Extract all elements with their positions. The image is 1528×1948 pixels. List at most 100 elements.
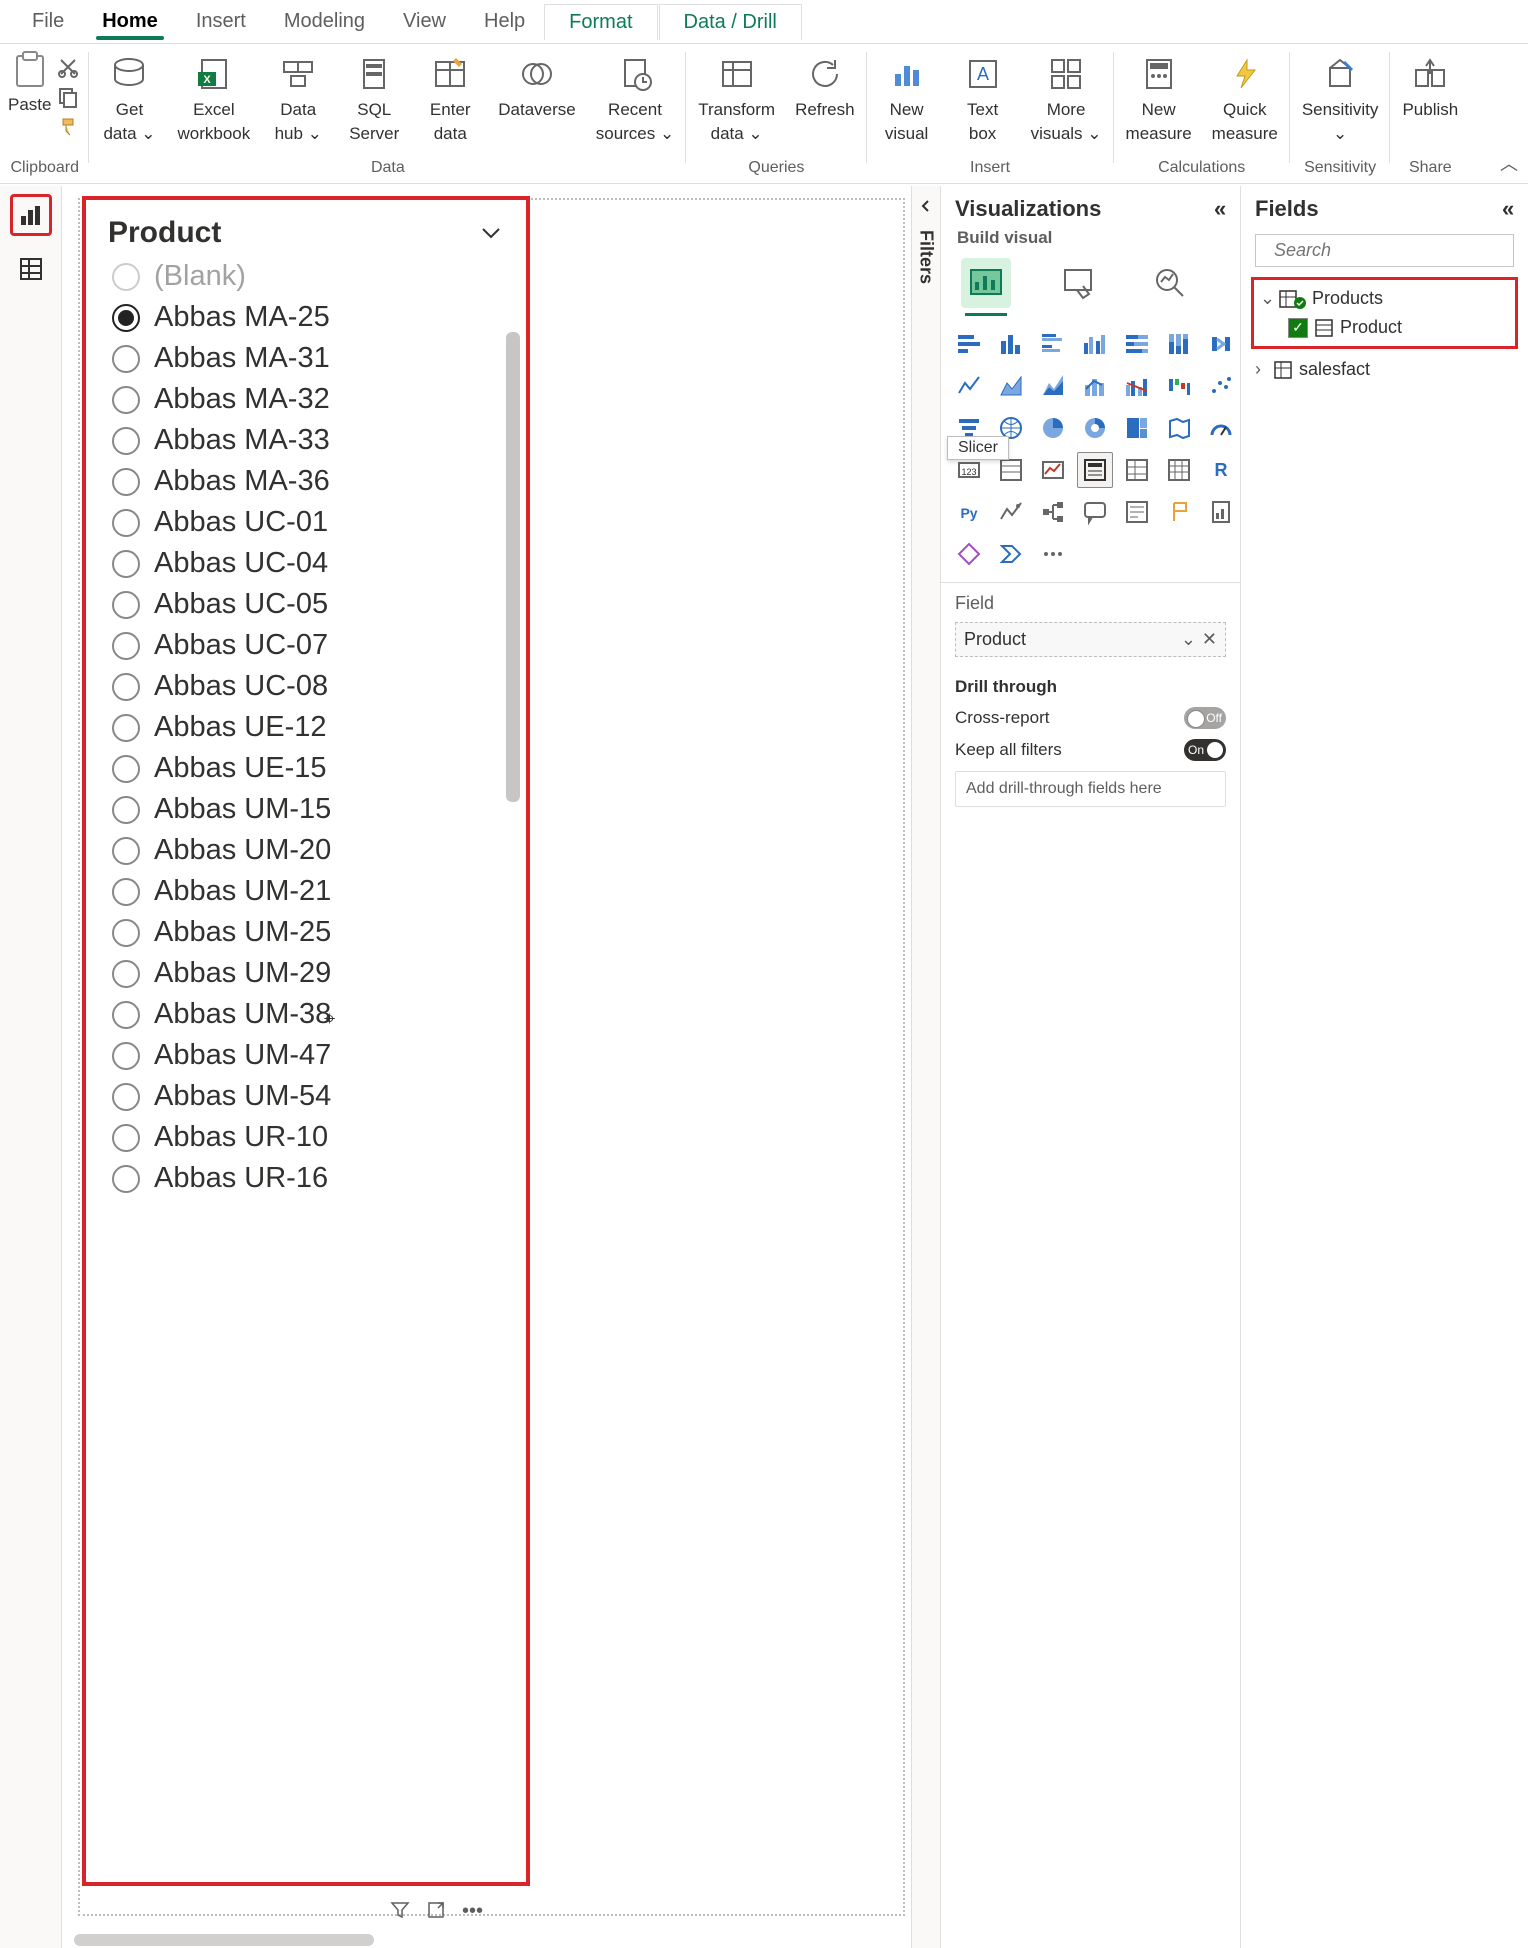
keep-filters-toggle[interactable]: On [1184,739,1226,761]
slicer-option[interactable]: Abbas UM-15 [104,789,526,830]
field-well-dropdown-icon[interactable]: ⌄ [1181,629,1196,650]
field-product-checkbox[interactable]: ✓ [1288,318,1308,338]
slicer-option[interactable]: Abbas UM-29 [104,953,526,994]
viz-pie[interactable] [1035,410,1071,446]
slicer-option[interactable]: Abbas UC-05 [104,584,526,625]
paste-button[interactable]: Paste [8,50,51,115]
slicer-option[interactable]: Abbas UR-16 [104,1158,526,1199]
dataverse-button[interactable]: Dataverse [494,50,579,122]
viz-stacked-bar[interactable] [951,326,987,362]
radio-icon[interactable] [112,714,140,742]
radio-icon[interactable] [112,1165,140,1193]
viz-power-apps[interactable] [951,536,987,572]
slicer-option[interactable]: Abbas UM-47 [104,1035,526,1076]
field-well-remove-icon[interactable]: ✕ [1202,629,1217,650]
recent-sources-button[interactable]: Recentsources ⌄ [592,50,679,147]
viz-area[interactable] [993,368,1029,404]
radio-icon[interactable] [112,468,140,496]
viz-slicer[interactable] [1077,452,1113,488]
new-visual-button[interactable]: Newvisual [875,50,939,147]
ribbon-collapse-button[interactable]: ︿ [1500,150,1518,176]
cut-button[interactable] [55,54,81,80]
viz-ribbon[interactable] [1203,326,1239,362]
radio-icon[interactable] [112,509,140,537]
tab-home[interactable]: Home [84,4,176,39]
radio-icon[interactable] [112,632,140,660]
slicer-option-list[interactable]: (Blank)Abbas MA-25Abbas MA-31Abbas MA-32… [86,254,526,1872]
data-view-button[interactable] [10,248,52,290]
slicer-option[interactable]: Abbas UC-08 [104,666,526,707]
radio-icon[interactable] [112,673,140,701]
viz-scatter[interactable] [1203,368,1239,404]
radio-icon[interactable] [112,1124,140,1152]
slicer-option[interactable]: Abbas UM-25 [104,912,526,953]
viz-decomp-tree[interactable] [1035,494,1071,530]
radio-icon[interactable] [112,837,140,865]
slicer-option[interactable]: Abbas UR-10 [104,1117,526,1158]
analytics-mode[interactable] [1145,258,1195,308]
viz-donut[interactable] [1077,410,1113,446]
tab-insert[interactable]: Insert [178,4,264,39]
slicer-option[interactable]: Abbas MA-25 [104,297,526,338]
radio-icon[interactable] [112,550,140,578]
viz-smart-narrative[interactable] [1119,494,1155,530]
collapse-viz-pane-icon[interactable]: » [1214,196,1226,222]
viz-goals[interactable] [1161,494,1197,530]
excel-workbook-button[interactable]: X Excelworkbook [173,50,254,147]
get-data-button[interactable]: Getdata ⌄ [97,50,161,147]
slicer-option[interactable]: Abbas UM-21 [104,871,526,912]
slicer-option[interactable]: Abbas MA-33 [104,420,526,461]
viz-qna[interactable] [1077,494,1113,530]
slicer-option[interactable]: Abbas MA-32 [104,379,526,420]
report-view-button[interactable] [10,194,52,236]
slicer-visual[interactable]: Product (Blank)Abbas MA-25Abbas MA-31Abb… [82,196,530,1886]
viz-line-clustered-column[interactable] [1119,368,1155,404]
format-painter-button[interactable] [55,114,81,140]
radio-icon[interactable] [112,386,140,414]
viz-r-visual[interactable]: R [1203,452,1239,488]
viz-line[interactable] [951,368,987,404]
viz-python-visual[interactable]: Py [951,494,987,530]
report-canvas[interactable]: Product (Blank)Abbas MA-25Abbas MA-31Abb… [62,186,911,1928]
radio-icon[interactable] [112,960,140,988]
viz-kpi[interactable] [1035,452,1071,488]
radio-icon[interactable] [112,304,140,332]
sensitivity-button[interactable]: Sensitivity⌄ [1298,50,1383,147]
tab-format[interactable]: Format [544,4,657,40]
tab-file[interactable]: File [14,4,82,39]
radio-icon[interactable] [112,796,140,824]
radio-icon[interactable] [112,591,140,619]
table-salesfact[interactable]: › salesfact [1241,355,1528,384]
radio-icon[interactable] [112,427,140,455]
radio-icon[interactable] [112,919,140,947]
enter-data-button[interactable]: Enterdata [418,50,482,147]
cross-report-toggle[interactable]: Off [1184,707,1226,729]
build-visual-mode[interactable] [961,258,1011,308]
more-visuals-button[interactable]: Morevisuals ⌄ [1027,50,1106,147]
slicer-option[interactable]: Abbas UM-38 [104,994,526,1035]
viz-100-stacked-bar[interactable] [1119,326,1155,362]
tab-data-drill[interactable]: Data / Drill [659,4,802,40]
viz-stacked-column[interactable] [993,326,1029,362]
viz-get-more[interactable] [1035,536,1071,572]
slicer-option[interactable]: Abbas MA-31 [104,338,526,379]
fields-search-input[interactable] [1272,239,1510,262]
viz-clustered-bar[interactable] [1035,326,1071,362]
viz-table[interactable] [1119,452,1155,488]
tab-view[interactable]: View [385,4,464,39]
viz-waterfall[interactable] [1161,368,1197,404]
radio-icon[interactable] [112,1083,140,1111]
slicer-option[interactable]: (Blank) [104,256,526,297]
sql-server-button[interactable]: SQLServer [342,50,406,147]
viz-stacked-area[interactable] [1035,368,1071,404]
tab-modeling[interactable]: Modeling [266,4,383,39]
radio-icon[interactable] [112,1042,140,1070]
radio-icon[interactable] [112,755,140,783]
viz-filled-map[interactable] [1161,410,1197,446]
fields-search[interactable] [1255,234,1514,267]
field-well-product[interactable]: Product ⌄ ✕ [955,622,1226,657]
slicer-option[interactable]: Abbas UC-07 [104,625,526,666]
format-visual-mode[interactable] [1053,258,1103,308]
radio-icon[interactable] [112,878,140,906]
field-product[interactable]: ✓ Product [1258,313,1511,342]
